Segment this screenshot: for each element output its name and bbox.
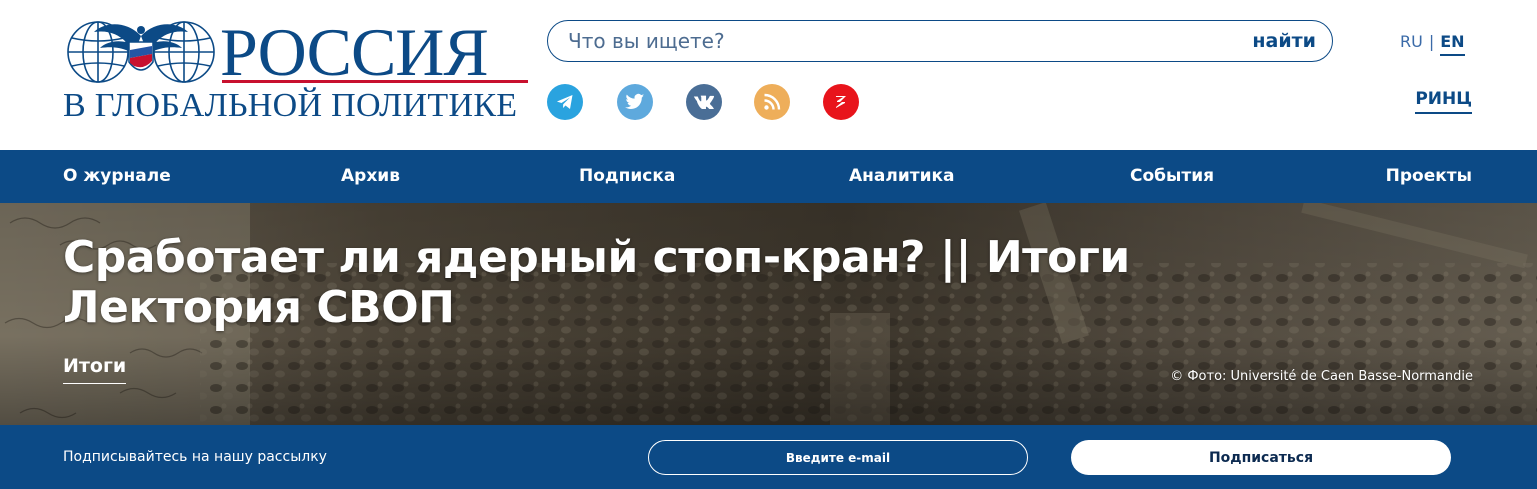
main-nav: О журнале Архив Подписка Аналитика Событ… xyxy=(0,150,1537,203)
rss-icon xyxy=(764,93,781,110)
photo-credit: © Фото: Université de Caen Basse-Normand… xyxy=(1170,369,1473,384)
zen-icon xyxy=(836,96,846,108)
article-category-tag[interactable]: Итоги xyxy=(63,355,127,384)
twitter-icon xyxy=(625,93,645,109)
search-button[interactable]: найти xyxy=(1248,25,1320,57)
logo-subtitle: В ГЛОБАЛЬНОЙ ПОЛИТИКЕ xyxy=(63,87,518,124)
nav-item-analytics[interactable]: Аналитика xyxy=(849,150,955,203)
nav-item-projects[interactable]: Проекты xyxy=(1386,150,1472,203)
telegram-icon xyxy=(557,95,573,109)
telegram-link[interactable] xyxy=(547,84,583,120)
search-form: найти xyxy=(547,20,1333,62)
language-switcher: RU | EN xyxy=(1400,32,1465,56)
site-header: РОССИЯ В ГЛОБАЛЬНОЙ ПОЛИТИКЕ найти xyxy=(0,0,1537,150)
twitter-link[interactable] xyxy=(617,84,653,120)
newsletter-label: Подписывайтесь на нашу рассылку xyxy=(63,449,327,465)
subscribe-button[interactable]: Подписаться xyxy=(1071,440,1451,475)
rinc-link[interactable]: РИНЦ xyxy=(1415,89,1472,114)
article-title: Сработает ли ядерный стоп-кран? || Итоги… xyxy=(63,232,1130,333)
search-input[interactable] xyxy=(568,28,1208,54)
newsletter-bar: Подписывайтесь на нашу рассылку Подписат… xyxy=(0,425,1537,489)
nav-item-events[interactable]: События xyxy=(1130,150,1214,203)
nav-item-archive[interactable]: Архив xyxy=(341,150,400,203)
logo-title: РОССИЯ xyxy=(220,14,489,90)
globe-eagle-emblem-icon xyxy=(67,21,215,83)
logo-red-rule xyxy=(222,80,528,83)
email-field[interactable] xyxy=(648,440,1028,475)
nav-item-about[interactable]: О журнале xyxy=(63,150,171,203)
vk-link[interactable] xyxy=(686,84,722,120)
lang-ru-link[interactable]: RU xyxy=(1400,32,1423,51)
article-hero: Сработает ли ядерный стоп-кран? || Итоги… xyxy=(0,203,1537,425)
zen-link[interactable] xyxy=(823,84,859,120)
lang-en-link[interactable]: EN xyxy=(1440,32,1465,56)
nav-item-subscription[interactable]: Подписка xyxy=(579,150,675,203)
site-logo[interactable]: РОССИЯ В ГЛОБАЛЬНОЙ ПОЛИТИКЕ xyxy=(60,16,532,126)
rss-link[interactable] xyxy=(754,84,790,120)
vk-icon xyxy=(693,95,715,109)
lang-separator: | xyxy=(1428,32,1435,51)
